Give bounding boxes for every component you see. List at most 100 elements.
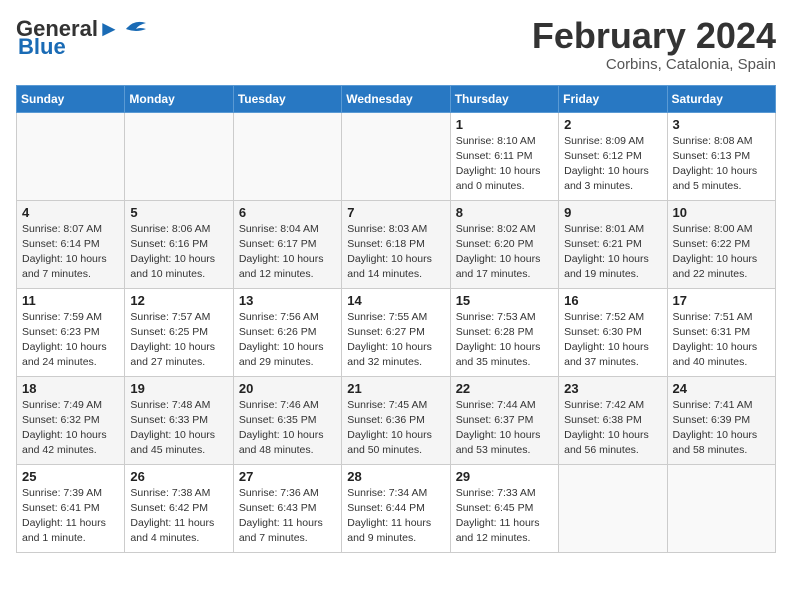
weekday-header: Monday	[125, 85, 233, 112]
calendar-cell: 14 Sunrise: 7:55 AM Sunset: 6:27 PM Dayli…	[342, 288, 450, 376]
calendar-week-row: 11Sunrise: 7:59 AM Sunset: 6:23 PM Dayli…	[17, 288, 776, 376]
calendar-cell: 27 Sunrise: 7:36 AM Sunset: 6:43 PM Dayli…	[233, 464, 341, 552]
calendar-cell: 11Sunrise: 7:59 AM Sunset: 6:23 PM Dayli…	[17, 288, 125, 376]
calendar-cell: 2Sunrise: 8:09 AM Sunset: 6:12 PM Daylig…	[559, 112, 667, 200]
day-info: Sunrise: 8:07 AM Sunset: 6:14 PM Dayligh…	[22, 222, 119, 283]
calendar-cell: 6 Sunrise: 8:04 AM Sunset: 6:17 PM Daylig…	[233, 200, 341, 288]
calendar-cell: 7Sunrise: 8:03 AM Sunset: 6:18 PM Daylig…	[342, 200, 450, 288]
calendar-cell: 28 Sunrise: 7:34 AM Sunset: 6:44 PM Dayli…	[342, 464, 450, 552]
logo: General► Blue	[16, 16, 150, 60]
calendar-cell: 3Sunrise: 8:08 AM Sunset: 6:13 PM Daylig…	[667, 112, 775, 200]
calendar-week-row: 4Sunrise: 8:07 AM Sunset: 6:14 PM Daylig…	[17, 200, 776, 288]
calendar-cell: 19 Sunrise: 7:48 AM Sunset: 6:33 PM Dayli…	[125, 376, 233, 464]
calendar-cell: 24 Sunrise: 7:41 AM Sunset: 6:39 PM Dayli…	[667, 376, 775, 464]
day-number: 8	[456, 205, 553, 220]
calendar-cell: 4Sunrise: 8:07 AM Sunset: 6:14 PM Daylig…	[17, 200, 125, 288]
day-info: Sunrise: 7:53 AM Sunset: 6:28 PM Dayligh…	[456, 310, 553, 371]
day-number: 27	[239, 469, 336, 484]
logo-bird-icon	[118, 19, 150, 41]
day-number: 2	[564, 117, 661, 132]
day-number: 23	[564, 381, 661, 396]
day-number: 13	[239, 293, 336, 308]
day-info: Sunrise: 7:45 AM Sunset: 6:36 PM Dayligh…	[347, 398, 444, 459]
calendar-cell: 12 Sunrise: 7:57 AM Sunset: 6:25 PM Dayli…	[125, 288, 233, 376]
location: Corbins, Catalonia, Spain	[532, 56, 776, 73]
day-number: 24	[673, 381, 770, 396]
calendar-week-row: 1Sunrise: 8:10 AM Sunset: 6:11 PM Daylig…	[17, 112, 776, 200]
day-number: 5	[130, 205, 227, 220]
calendar-cell: 22 Sunrise: 7:44 AM Sunset: 6:37 PM Dayli…	[450, 376, 558, 464]
day-number: 26	[130, 469, 227, 484]
day-info: Sunrise: 7:36 AM Sunset: 6:43 PM Dayligh…	[239, 486, 336, 547]
weekday-header: Sunday	[17, 85, 125, 112]
day-number: 15	[456, 293, 553, 308]
weekday-header: Thursday	[450, 85, 558, 112]
calendar-cell: 16 Sunrise: 7:52 AM Sunset: 6:30 PM Dayli…	[559, 288, 667, 376]
day-info: Sunrise: 8:06 AM Sunset: 6:16 PM Dayligh…	[130, 222, 227, 283]
weekday-header: Wednesday	[342, 85, 450, 112]
weekday-header: Tuesday	[233, 85, 341, 112]
day-number: 21	[347, 381, 444, 396]
calendar-cell	[667, 464, 775, 552]
day-info: Sunrise: 7:51 AM Sunset: 6:31 PM Dayligh…	[673, 310, 770, 371]
calendar-cell: 25Sunrise: 7:39 AM Sunset: 6:41 PM Dayli…	[17, 464, 125, 552]
day-number: 17	[673, 293, 770, 308]
day-info: Sunrise: 8:01 AM Sunset: 6:21 PM Dayligh…	[564, 222, 661, 283]
calendar-cell	[233, 112, 341, 200]
calendar-cell	[342, 112, 450, 200]
calendar-cell: 13 Sunrise: 7:56 AM Sunset: 6:26 PM Dayli…	[233, 288, 341, 376]
day-number: 6	[239, 205, 336, 220]
calendar-cell: 17 Sunrise: 7:51 AM Sunset: 6:31 PM Dayli…	[667, 288, 775, 376]
calendar-cell: 29Sunrise: 7:33 AM Sunset: 6:45 PM Dayli…	[450, 464, 558, 552]
day-info: Sunrise: 8:00 AM Sunset: 6:22 PM Dayligh…	[673, 222, 770, 283]
calendar-cell	[125, 112, 233, 200]
day-info: Sunrise: 8:02 AM Sunset: 6:20 PM Dayligh…	[456, 222, 553, 283]
day-info: Sunrise: 8:04 AM Sunset: 6:17 PM Dayligh…	[239, 222, 336, 283]
day-info: Sunrise: 7:46 AM Sunset: 6:35 PM Dayligh…	[239, 398, 336, 459]
day-info: Sunrise: 7:38 AM Sunset: 6:42 PM Dayligh…	[130, 486, 227, 547]
day-number: 22	[456, 381, 553, 396]
day-info: Sunrise: 7:41 AM Sunset: 6:39 PM Dayligh…	[673, 398, 770, 459]
day-info: Sunrise: 7:42 AM Sunset: 6:38 PM Dayligh…	[564, 398, 661, 459]
calendar-cell: 20 Sunrise: 7:46 AM Sunset: 6:35 PM Dayli…	[233, 376, 341, 464]
day-info: Sunrise: 7:34 AM Sunset: 6:44 PM Dayligh…	[347, 486, 444, 547]
day-number: 28	[347, 469, 444, 484]
page-header: General► Blue February 2024 Corbins, Cat…	[16, 16, 776, 73]
day-info: Sunrise: 7:52 AM Sunset: 6:30 PM Dayligh…	[564, 310, 661, 371]
day-number: 20	[239, 381, 336, 396]
day-info: Sunrise: 8:10 AM Sunset: 6:11 PM Dayligh…	[456, 134, 553, 195]
calendar-cell: 1Sunrise: 8:10 AM Sunset: 6:11 PM Daylig…	[450, 112, 558, 200]
day-info: Sunrise: 7:44 AM Sunset: 6:37 PM Dayligh…	[456, 398, 553, 459]
day-info: Sunrise: 7:33 AM Sunset: 6:45 PM Dayligh…	[456, 486, 553, 547]
day-info: Sunrise: 7:57 AM Sunset: 6:25 PM Dayligh…	[130, 310, 227, 371]
calendar-cell: 5 Sunrise: 8:06 AM Sunset: 6:16 PM Daylig…	[125, 200, 233, 288]
calendar-cell: 10Sunrise: 8:00 AM Sunset: 6:22 PM Dayli…	[667, 200, 775, 288]
day-number: 16	[564, 293, 661, 308]
calendar-cell: 18 Sunrise: 7:49 AM Sunset: 6:32 PM Dayli…	[17, 376, 125, 464]
day-number: 25	[22, 469, 119, 484]
weekday-header: Saturday	[667, 85, 775, 112]
day-info: Sunrise: 8:08 AM Sunset: 6:13 PM Dayligh…	[673, 134, 770, 195]
weekday-header: Friday	[559, 85, 667, 112]
calendar-week-row: 18 Sunrise: 7:49 AM Sunset: 6:32 PM Dayli…	[17, 376, 776, 464]
calendar-cell: 15 Sunrise: 7:53 AM Sunset: 6:28 PM Dayli…	[450, 288, 558, 376]
day-info: Sunrise: 8:03 AM Sunset: 6:18 PM Dayligh…	[347, 222, 444, 283]
day-number: 14	[347, 293, 444, 308]
day-number: 19	[130, 381, 227, 396]
day-info: Sunrise: 7:56 AM Sunset: 6:26 PM Dayligh…	[239, 310, 336, 371]
calendar-cell	[559, 464, 667, 552]
day-number: 12	[130, 293, 227, 308]
day-info: Sunrise: 7:55 AM Sunset: 6:27 PM Dayligh…	[347, 310, 444, 371]
calendar-cell	[17, 112, 125, 200]
calendar-cell: 8 Sunrise: 8:02 AM Sunset: 6:20 PM Daylig…	[450, 200, 558, 288]
calendar-table: SundayMondayTuesdayWednesdayThursdayFrid…	[16, 85, 776, 553]
day-info: Sunrise: 7:49 AM Sunset: 6:32 PM Dayligh…	[22, 398, 119, 459]
calendar-week-row: 25Sunrise: 7:39 AM Sunset: 6:41 PM Dayli…	[17, 464, 776, 552]
calendar-cell: 9 Sunrise: 8:01 AM Sunset: 6:21 PM Daylig…	[559, 200, 667, 288]
day-number: 18	[22, 381, 119, 396]
day-info: Sunrise: 7:48 AM Sunset: 6:33 PM Dayligh…	[130, 398, 227, 459]
title-area: February 2024 Corbins, Catalonia, Spain	[532, 16, 776, 73]
calendar-cell: 26 Sunrise: 7:38 AM Sunset: 6:42 PM Dayli…	[125, 464, 233, 552]
month-title: February 2024	[532, 16, 776, 56]
day-number: 9	[564, 205, 661, 220]
